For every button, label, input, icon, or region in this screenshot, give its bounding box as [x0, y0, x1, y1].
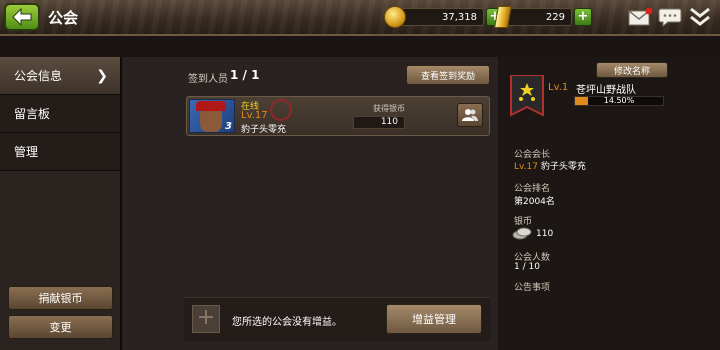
guild-emblem-icon	[510, 75, 544, 117]
rank-value: 第2004名	[514, 197, 555, 207]
page-title: 公会	[48, 9, 79, 27]
member-name: 豹子头零充	[241, 125, 287, 135]
members-value: 1 / 10	[514, 262, 540, 272]
chat-icon[interactable]	[658, 6, 682, 28]
checkin-count: 1 / 1	[230, 68, 260, 82]
gold-amount: 229	[506, 8, 572, 26]
back-arrow-icon	[12, 8, 32, 26]
leader-level: Lv.17	[514, 162, 538, 172]
rank-label: 公会排名	[514, 184, 551, 194]
checkin-panel: 签到人员 1 / 1 查看签到奖励 3 在线 Lv.17 豹子头零充 获得银币 …	[120, 57, 498, 350]
coin-icon	[384, 6, 406, 28]
sidebar-item-message-board[interactable]: 留言板	[0, 95, 120, 133]
rename-button[interactable]: 修改名称	[596, 62, 668, 78]
sidebar-item-guild-info[interactable]: 公会信息 ❯	[0, 57, 120, 95]
buy-gold-button[interactable]: +	[574, 8, 592, 26]
earned-silver-label: 获得银币	[373, 104, 405, 113]
change-button[interactable]: 变更	[8, 315, 113, 339]
sidebar-item-label: 公会信息	[14, 69, 63, 83]
sidebar-item-management[interactable]: 管理	[0, 133, 120, 171]
guild-name: 苍坪山野战队	[576, 85, 636, 96]
back-button[interactable]	[4, 3, 40, 31]
donate-silver-button[interactable]: 捐献银币	[8, 286, 113, 310]
earned-silver-value: 110	[353, 116, 405, 129]
member-level: Lv.17	[241, 110, 268, 121]
notice-label: 公告事项	[514, 283, 551, 293]
view-checkin-reward-button[interactable]: 查看签到奖励	[406, 65, 490, 85]
gold-counter: 229 +	[494, 6, 592, 28]
leader-value: Lv.17 豹子头零充	[514, 159, 586, 172]
avatar-level: 3	[225, 121, 232, 132]
guild-exp-bar: 14.50%	[574, 96, 664, 106]
member-manage-button[interactable]	[457, 103, 483, 127]
leader-name: 豹子头零充	[540, 162, 586, 172]
member-card[interactable]: 3 在线 Lv.17 豹子头零充 获得银币 110	[186, 96, 490, 136]
silver-value: 110	[536, 229, 554, 239]
checkin-label: 签到人员	[188, 74, 228, 85]
silver-coins-icon	[512, 227, 532, 240]
bonus-manage-button[interactable]: 增益管理	[386, 304, 482, 334]
bonus-slot-plus[interactable]: +	[192, 305, 220, 333]
guild-info-panel: 修改名称 Lv.1 苍坪山野战队 14.50% 公会会长 Lv.17 豹子头零充…	[500, 57, 720, 350]
coin-counter: 37,318 +	[384, 6, 504, 28]
coin-amount: 37,318	[400, 8, 484, 26]
mail-icon[interactable]	[628, 6, 652, 28]
stamp-icon	[267, 96, 295, 124]
sidebar-item-label: 留言板	[14, 107, 51, 121]
sidebar: 公会信息 ❯ 留言板 管理 捐献银币 变更	[0, 57, 120, 350]
bonus-text: 您所选的公会没有增益。	[232, 317, 342, 328]
top-bar: 公会 37,318 + 229 +	[0, 0, 720, 36]
chevron-right-icon: ❯	[96, 67, 108, 84]
guild-exp-text: 14.50%	[603, 96, 635, 105]
guild-level: Lv.1	[548, 82, 569, 93]
sidebar-item-label: 管理	[14, 145, 39, 159]
avatar: 3	[189, 99, 235, 133]
bonus-panel: + 您所选的公会没有增益。 增益管理	[184, 297, 490, 341]
collapse-chevrons-icon[interactable]	[688, 6, 712, 28]
member-manage-icon	[462, 109, 478, 121]
